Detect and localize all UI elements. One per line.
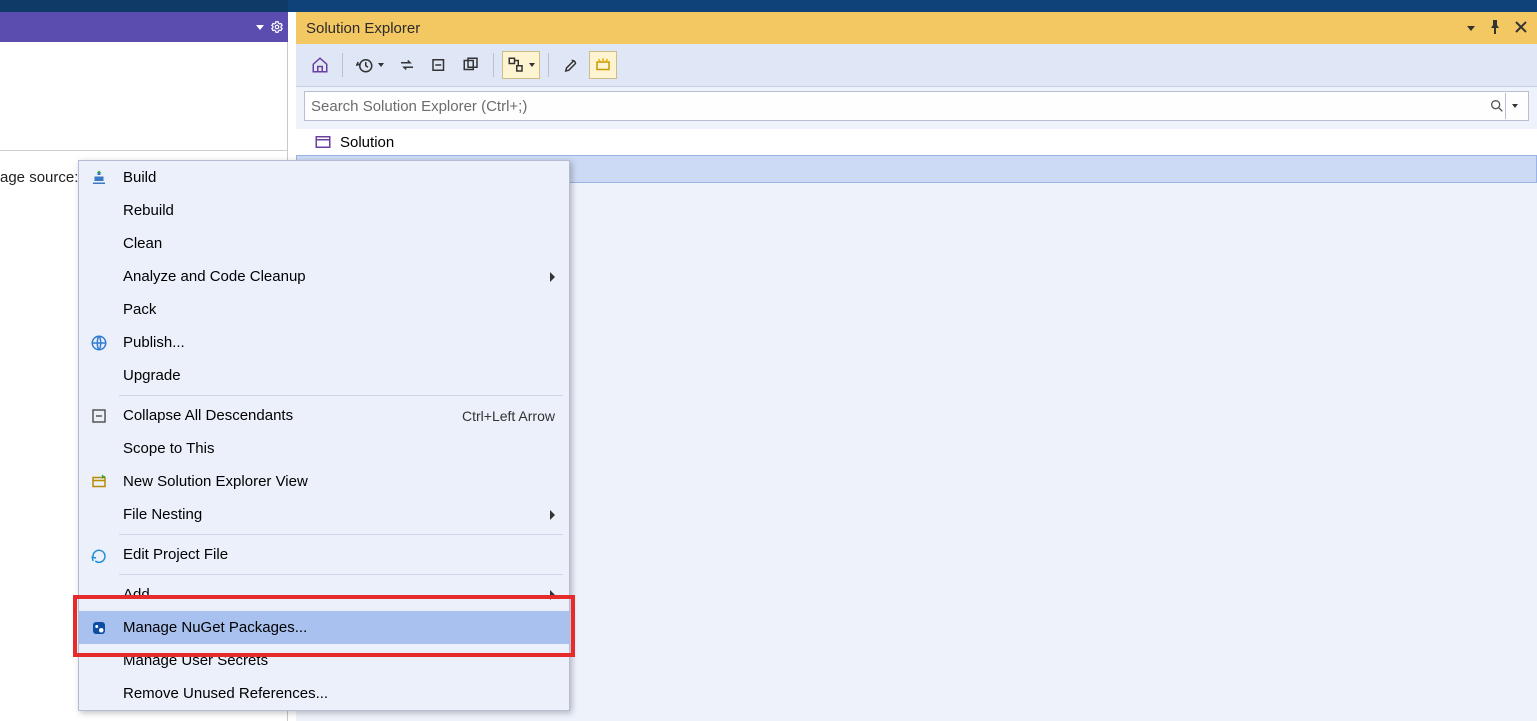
nesting-button[interactable] — [502, 51, 540, 79]
submenu-arrow-icon — [550, 272, 555, 282]
show-all-button[interactable] — [457, 51, 485, 79]
settings-gear-icon[interactable] — [270, 20, 284, 34]
menu-item-edit-project[interactable]: Edit Project File — [79, 538, 569, 571]
solution-explorer-titlebar: Solution Explorer — [296, 12, 1537, 44]
project-context-menu: Build Rebuild Clean Analyze and Code Cle… — [78, 160, 570, 711]
menu-item-collapse[interactable]: Collapse All Descendants Ctrl+Left Arrow — [79, 399, 569, 432]
window-options-caret-icon[interactable] — [256, 25, 264, 30]
preview-button[interactable] — [589, 51, 617, 79]
chevron-down-icon — [1512, 104, 1518, 108]
menu-item-analyze[interactable]: Analyze and Code Cleanup — [79, 260, 569, 293]
left-pane-titlebar — [0, 12, 288, 42]
nuget-icon — [79, 619, 119, 637]
sync-button[interactable] — [393, 51, 421, 79]
menu-item-rebuild[interactable]: Rebuild — [79, 194, 569, 227]
solution-node[interactable]: Solution — [296, 129, 1537, 155]
edit-icon — [79, 546, 119, 564]
search-icon[interactable] — [1489, 98, 1505, 114]
toolbar-separator — [493, 53, 494, 77]
properties-button[interactable] — [557, 51, 585, 79]
menu-separator — [119, 395, 563, 396]
menu-item-new-view[interactable]: New Solution Explorer View — [79, 465, 569, 498]
menu-separator — [119, 574, 563, 575]
chevron-down-icon — [529, 63, 535, 67]
window-menu-caret-icon[interactable] — [1467, 26, 1475, 31]
menu-item-clean[interactable]: Clean — [79, 227, 569, 260]
submenu-arrow-icon — [550, 590, 555, 600]
view-history-button[interactable] — [351, 51, 389, 79]
titlebar-fragment-left — [0, 0, 288, 12]
submenu-arrow-icon — [550, 510, 555, 520]
toolbar-separator — [342, 53, 343, 77]
publish-icon — [79, 334, 119, 352]
search-placeholder-text: Search Solution Explorer (Ctrl+;) — [311, 98, 527, 115]
menu-item-file-nesting[interactable]: File Nesting — [79, 498, 569, 531]
menu-item-upgrade[interactable]: Upgrade — [79, 359, 569, 392]
menu-item-publish[interactable]: Publish... — [79, 326, 569, 359]
chevron-down-icon — [378, 63, 384, 67]
menu-item-add[interactable]: Add — [79, 578, 569, 611]
menu-separator — [119, 534, 563, 535]
menu-shortcut: Ctrl+Left Arrow — [462, 408, 555, 424]
menu-item-user-secrets[interactable]: Manage User Secrets — [79, 644, 569, 677]
package-source-label: age source: — [0, 169, 78, 186]
solution-explorer-toolbar — [296, 44, 1537, 87]
tab-underline — [0, 150, 287, 151]
solution-icon — [314, 133, 332, 151]
toolbar-separator — [548, 53, 549, 77]
menu-item-pack[interactable]: Pack — [79, 293, 569, 326]
solution-explorer-search[interactable]: Search Solution Explorer (Ctrl+;) — [304, 91, 1529, 121]
new-view-icon — [79, 473, 119, 491]
collapse-button[interactable] — [425, 51, 453, 79]
solution-explorer-title: Solution Explorer — [306, 20, 420, 37]
menu-item-build[interactable]: Build — [79, 161, 569, 194]
menu-item-remove-unused[interactable]: Remove Unused References... — [79, 677, 569, 710]
collapse-icon — [79, 407, 119, 425]
menu-item-manage-nuget[interactable]: Manage NuGet Packages... — [79, 611, 569, 644]
search-options-dropdown[interactable] — [1505, 93, 1522, 119]
home-button[interactable] — [306, 51, 334, 79]
close-icon[interactable] — [1515, 21, 1527, 35]
pin-icon[interactable] — [1489, 20, 1501, 36]
solution-label: Solution — [340, 134, 394, 151]
titlebar-fragment-right — [288, 0, 1537, 12]
menu-item-scope[interactable]: Scope to This — [79, 432, 569, 465]
build-icon — [79, 169, 119, 187]
